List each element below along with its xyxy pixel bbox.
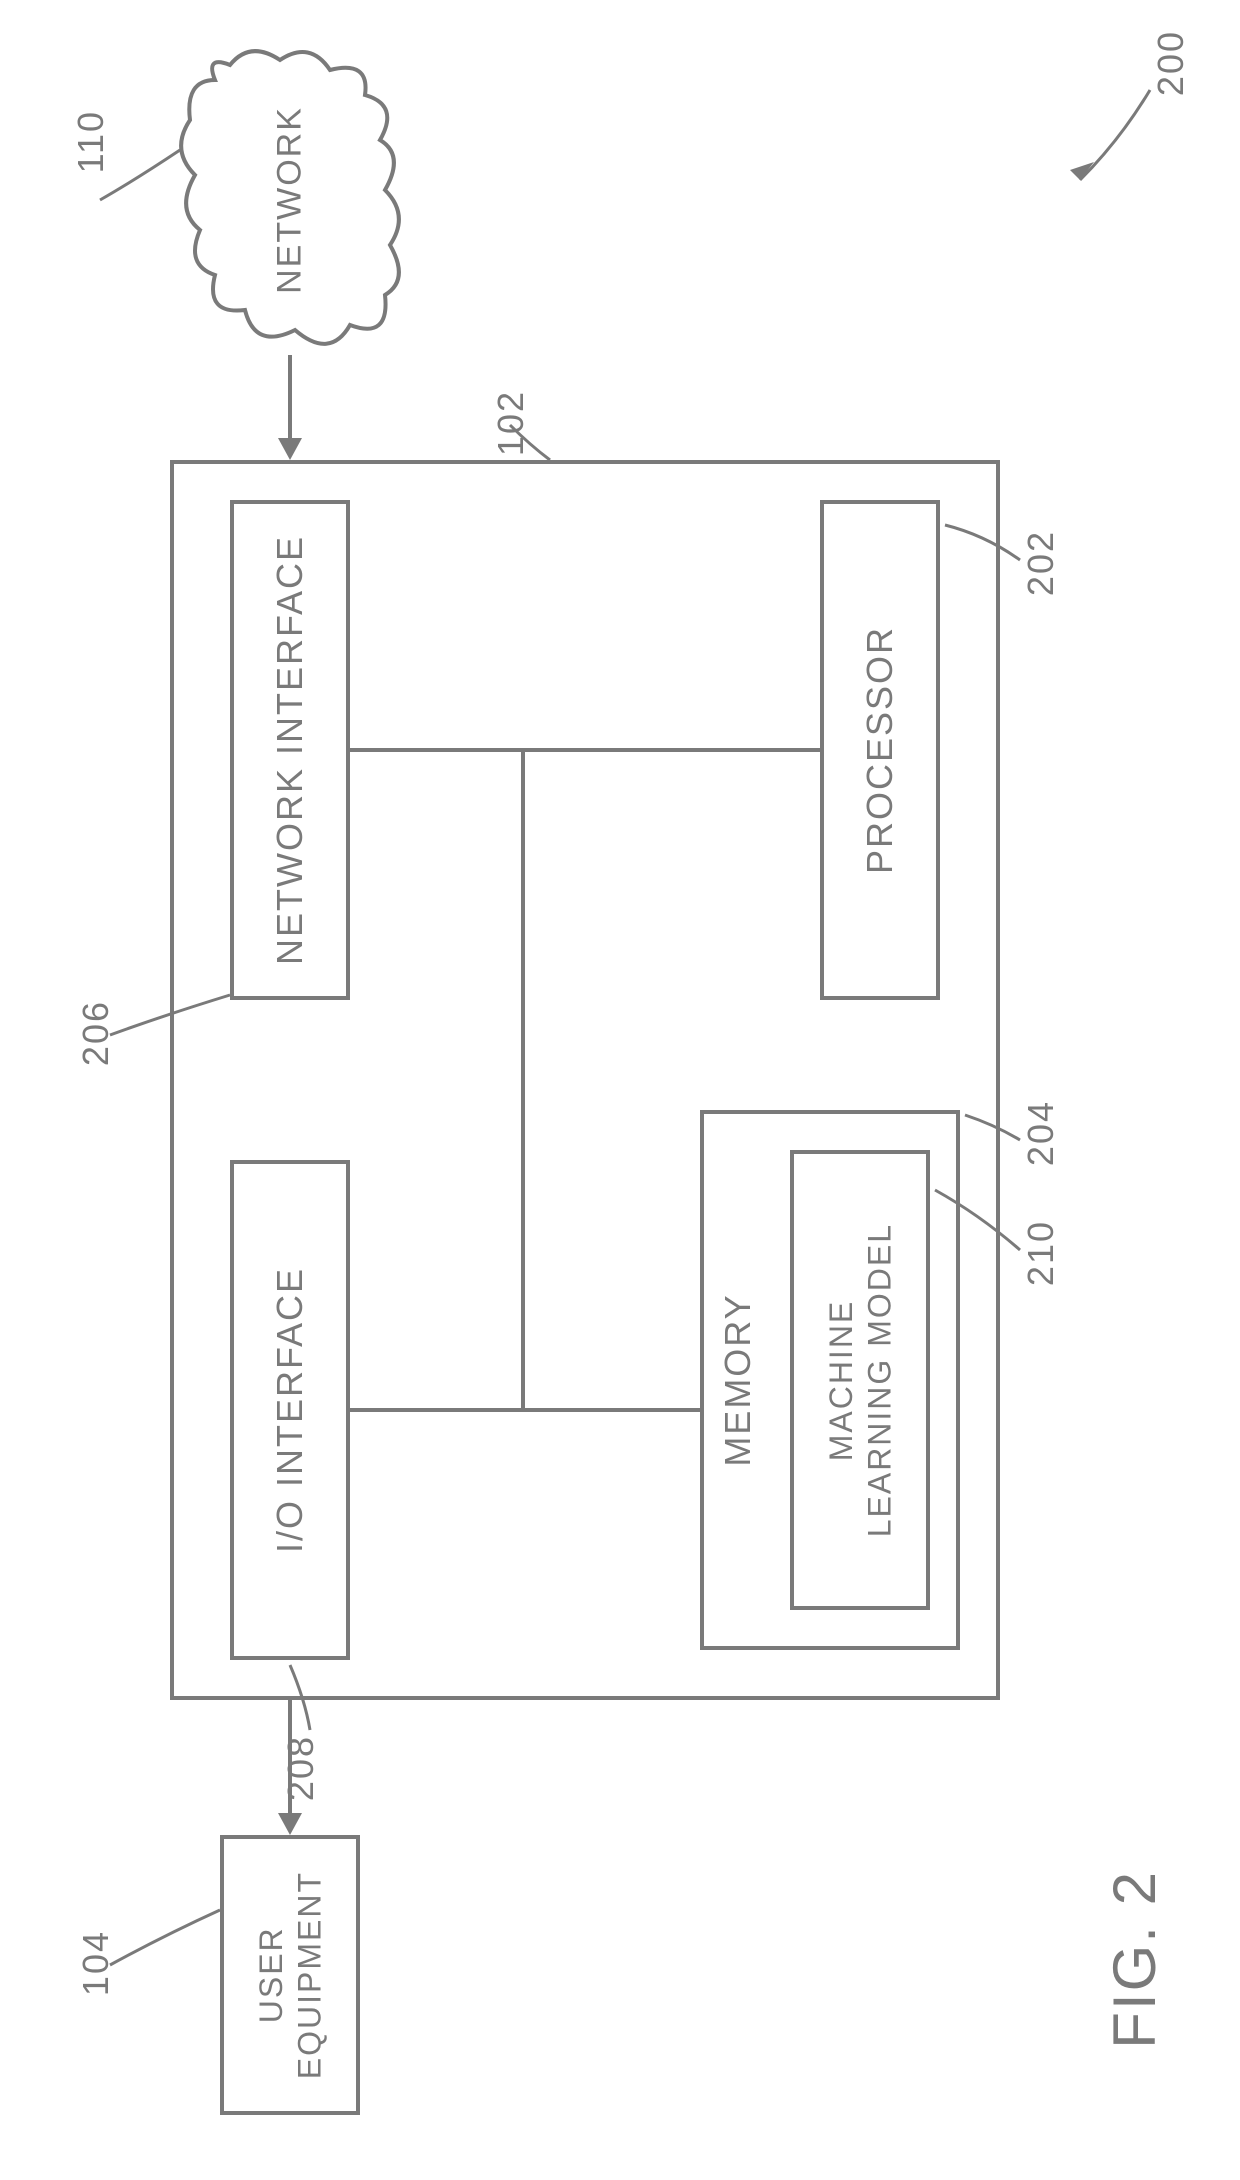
conn-io-to-ue (288, 1700, 292, 1815)
leader-110 (95, 140, 185, 210)
diagram-canvas: 200 NETWORK 110 102 NETWORK INTERFACE 20… (0, 0, 1240, 2180)
bus-h-to-proc (521, 748, 820, 752)
leader-200 (1060, 80, 1160, 200)
io-interface-label: I/O INTERFACE (268, 1267, 311, 1553)
conn-network-to-nif (288, 355, 292, 440)
io-interface-box: I/O INTERFACE (230, 1160, 350, 1660)
network-label: NETWORK (271, 106, 310, 294)
leader-210 (930, 1185, 1025, 1255)
leader-104 (105, 1905, 225, 1975)
bus-h-to-mem (521, 1408, 700, 1412)
user-equipment-label: USER EQUIPMENT (252, 1871, 329, 2079)
processor-box: PROCESSOR (820, 500, 940, 1000)
bus-h-io (350, 1408, 525, 1412)
leader-206 (105, 990, 235, 1040)
network-interface-box: NETWORK INTERFACE (230, 500, 350, 1000)
ref-202: 202 (1020, 530, 1062, 596)
leader-204 (960, 1105, 1025, 1145)
figure-caption: FIG. 2 (1100, 1870, 1169, 2049)
leader-202 (940, 520, 1025, 565)
bus-vertical (521, 748, 525, 1412)
ref-208: 208 (280, 1735, 322, 1801)
ref-210: 210 (1020, 1220, 1062, 1286)
processor-label: PROCESSOR (858, 626, 901, 874)
arrowhead-into-ue (278, 1813, 302, 1835)
memory-label: MEMORY (716, 1293, 759, 1466)
ml-model-box: MACHINE LEARNING MODEL (790, 1150, 930, 1610)
ref-204: 204 (1020, 1100, 1062, 1166)
user-equipment-box: USER EQUIPMENT (220, 1835, 360, 2115)
network-interface-label: NETWORK INTERFACE (268, 535, 311, 965)
arrowhead-into-nif (278, 438, 302, 460)
ml-model-label: MACHINE LEARNING MODEL (822, 1223, 899, 1537)
bus-h-nif (350, 748, 525, 752)
network-cloud: NETWORK (175, 40, 405, 360)
leader-102 (500, 420, 560, 465)
